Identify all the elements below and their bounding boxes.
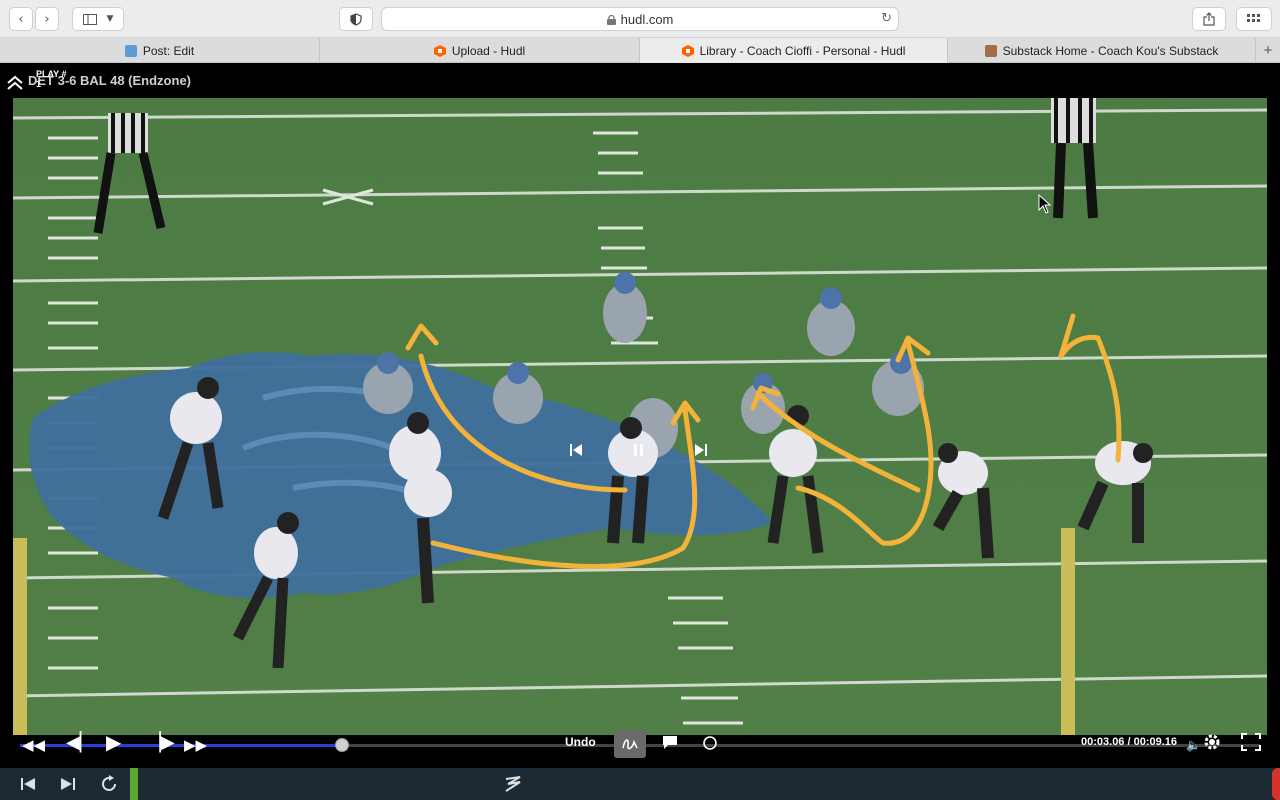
tab-library-hudl[interactable]: Library - Coach Cioffi - Personal - Hudl bbox=[640, 38, 948, 63]
hudl-tools-icon[interactable] bbox=[503, 774, 523, 794]
substack-icon bbox=[984, 44, 997, 57]
collapse-up-icon[interactable] bbox=[6, 75, 24, 91]
lock-icon bbox=[606, 15, 616, 25]
share-icon bbox=[1203, 12, 1215, 26]
share-button[interactable] bbox=[1192, 7, 1226, 31]
privacy-shield-button[interactable] bbox=[339, 7, 373, 31]
record-marker bbox=[1272, 768, 1280, 800]
rewind-icon[interactable]: ◀◀ bbox=[22, 736, 45, 754]
player-controls: ◀◀ ◀▏ ▶ ▕▶ ▶▶ Undo 00:03.06 / 00:09.16 🔈 bbox=[0, 730, 1280, 768]
play-number: 1 bbox=[36, 79, 42, 89]
tab-label: Upload - Hudl bbox=[451, 43, 526, 58]
comment-icon[interactable] bbox=[662, 735, 678, 750]
draw-tool-button[interactable] bbox=[614, 730, 646, 758]
fullscreen-icon[interactable] bbox=[1241, 733, 1261, 751]
fast-forward-icon[interactable]: ▶▶ bbox=[184, 736, 207, 754]
circle-tool-icon[interactable] bbox=[702, 735, 718, 751]
pen-squiggle-icon bbox=[622, 739, 638, 750]
tab-label: Post: Edit bbox=[142, 43, 195, 58]
play-label: PLAY # bbox=[36, 69, 67, 79]
time-display: 00:03.06 / 00:09.16 bbox=[1081, 736, 1178, 748]
address-bar[interactable]: hudl.com ↻ bbox=[381, 7, 899, 31]
tab-overview-button[interactable] bbox=[1236, 7, 1272, 31]
new-tab-button[interactable]: + bbox=[1256, 38, 1280, 62]
hudl-icon bbox=[681, 44, 694, 57]
tab-label: Library - Coach Cioffi - Personal - Hudl bbox=[699, 43, 906, 58]
shield-icon bbox=[350, 12, 362, 26]
browser-toolbar: ‹ › ▼ hudl.com ↻ bbox=[0, 0, 1280, 38]
tab-upload-hudl[interactable]: Upload - Hudl bbox=[320, 38, 640, 63]
tab-substack-home[interactable]: Substack Home - Coach Kou's Substack bbox=[948, 38, 1256, 63]
step-forward-icon[interactable]: ▕▶ bbox=[147, 734, 175, 752]
hudl-icon bbox=[433, 44, 446, 57]
back-button[interactable]: ‹ bbox=[9, 7, 33, 31]
step-back-icon[interactable]: ◀▏ bbox=[66, 734, 94, 752]
grid-icon bbox=[1247, 14, 1260, 22]
play-number-badge: PLAY # 1 bbox=[36, 69, 67, 89]
loop-icon[interactable] bbox=[99, 775, 119, 793]
next-clip-icon[interactable] bbox=[60, 777, 76, 791]
clip-marker bbox=[130, 768, 138, 800]
settings-gear-icon[interactable] bbox=[1202, 732, 1222, 752]
reload-icon[interactable]: ↻ bbox=[881, 11, 892, 26]
goal-post-left bbox=[13, 538, 27, 735]
volume-icon[interactable]: 🔈 bbox=[1186, 736, 1201, 754]
sidebar-toggle-button[interactable]: ▼ bbox=[72, 7, 124, 31]
url-text: hudl.com bbox=[620, 11, 674, 27]
tab-post-edit[interactable]: Post: Edit bbox=[0, 38, 320, 63]
tab-bar: Post: Edit Upload - Hudl Library - Coach… bbox=[0, 38, 1280, 63]
forward-button[interactable]: › bbox=[35, 7, 59, 31]
sidebar-icon bbox=[82, 13, 97, 25]
previous-clip-icon[interactable] bbox=[20, 777, 36, 791]
timeline-knob[interactable] bbox=[335, 738, 350, 752]
clip-navigation-bar bbox=[0, 768, 1280, 800]
tab-label: Substack Home - Coach Kou's Substack bbox=[1002, 43, 1219, 58]
video-frame[interactable] bbox=[13, 98, 1267, 735]
undo-button[interactable]: Undo bbox=[565, 735, 596, 749]
play-icon[interactable]: ▶ bbox=[106, 732, 121, 752]
chevron-down-icon: ▼ bbox=[106, 14, 114, 24]
blogger-icon bbox=[124, 44, 137, 57]
video-player: DET 3-6 BAL 48 (Endzone) PLAY # 1 bbox=[0, 63, 1280, 768]
goal-post-right bbox=[1061, 528, 1075, 735]
